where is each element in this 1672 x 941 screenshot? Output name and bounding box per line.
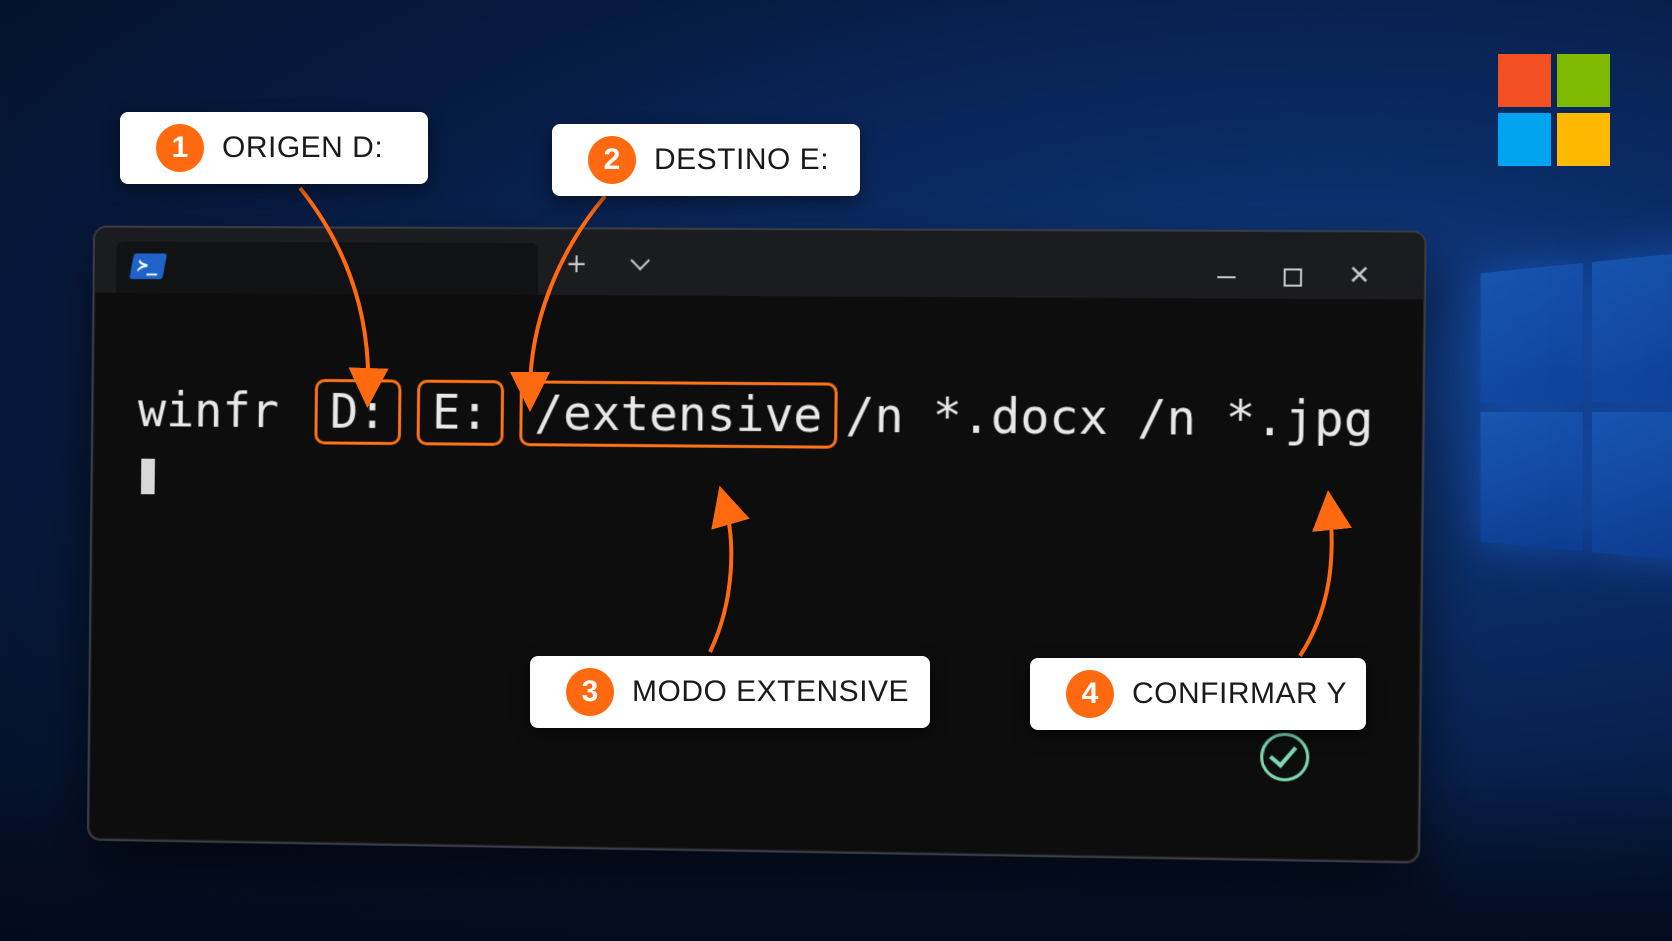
terminal-tab[interactable]: ≻_ <box>115 241 539 295</box>
check-circle-icon <box>1259 732 1310 782</box>
command-program: winfr <box>137 382 280 440</box>
callout-number-badge: 1 <box>156 124 204 172</box>
minimize-button[interactable] <box>1217 276 1236 279</box>
callout-label: DESTINO E: <box>654 143 830 176</box>
new-tab-button[interactable]: + <box>566 249 588 279</box>
callout-label: MODO EXTENSIVE <box>632 675 910 708</box>
powershell-icon: ≻_ <box>129 253 168 280</box>
command-filters: /n *.docx /n *.jpg <box>845 387 1374 449</box>
callout-label: CONFIRMAR Y <box>1132 677 1347 710</box>
microsoft-logo-icon <box>1498 54 1610 166</box>
terminal-window: ≻_ + ✕ winfr D: E:/extensive/n *.docx /n … <box>86 225 1427 864</box>
callout-number-badge: 4 <box>1066 670 1114 718</box>
close-button[interactable]: ✕ <box>1348 261 1371 292</box>
command-line[interactable]: winfr D: E:/extensive/n *.docx /n *.jpg <box>138 378 1374 454</box>
callout-destination: 2 DESTINO E: <box>552 124 860 196</box>
maximize-button[interactable] <box>1283 268 1303 287</box>
callout-number-badge: 3 <box>566 668 614 716</box>
callout-confirm: 4 CONFIRMAR Y <box>1030 658 1366 730</box>
command-mode-flag: /extensive <box>519 380 838 449</box>
callout-number-badge: 2 <box>588 136 636 184</box>
tab-dropdown-chevron-down-icon[interactable] <box>630 250 651 271</box>
command-source-drive: D: <box>314 378 402 446</box>
text-cursor <box>140 458 155 495</box>
title-bar: ≻_ + ✕ <box>94 227 1425 300</box>
command-destination-drive: E: <box>416 379 505 446</box>
windows-logo-background <box>1480 249 1672 576</box>
callout-mode: 3 MODO EXTENSIVE <box>530 656 930 728</box>
callout-origin: 1 ORIGEN D: <box>120 112 428 184</box>
callout-label: ORIGEN D: <box>222 131 384 164</box>
